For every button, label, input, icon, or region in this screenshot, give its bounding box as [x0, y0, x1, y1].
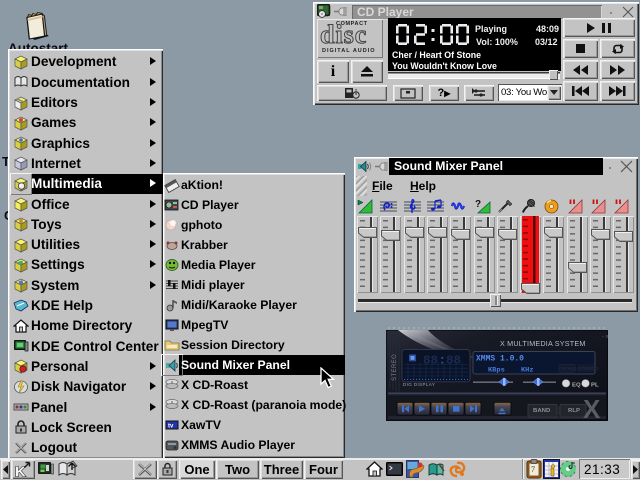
svg-text:KBps: KBps: [488, 367, 505, 375]
svg-text:BAND: BAND: [533, 408, 551, 414]
svg-text::: :: [439, 353, 447, 367]
svg-text:- x: - x: [602, 334, 608, 340]
svg-text:EQ: EQ: [572, 382, 581, 388]
svg-text:88: 88: [446, 353, 461, 367]
svg-text:KHz: KHz: [521, 367, 534, 375]
svg-text:STEREO: STEREO: [392, 354, 398, 381]
svg-text:RLP: RLP: [568, 408, 580, 414]
svg-text:PL: PL: [591, 382, 599, 388]
svg-text:STEREO: STEREO: [578, 366, 599, 372]
svg-text:?: ?: [475, 199, 481, 210]
svg-text:K: K: [15, 464, 26, 479]
svg-text:XMMS 1.0.0: XMMS 1.0.0: [476, 354, 524, 363]
svg-text:X: X: [583, 396, 600, 421]
svg-text:X MULTIMEDIA SYSTEM: X MULTIMEDIA SYSTEM: [500, 340, 586, 348]
svg-text:7: 7: [531, 465, 535, 474]
svg-text:DIG DISPLAY: DIG DISPLAY: [403, 382, 435, 387]
svg-text:tv: tv: [168, 424, 174, 430]
svg-text:MONO: MONO: [561, 366, 577, 372]
svg-text:88: 88: [423, 353, 438, 367]
